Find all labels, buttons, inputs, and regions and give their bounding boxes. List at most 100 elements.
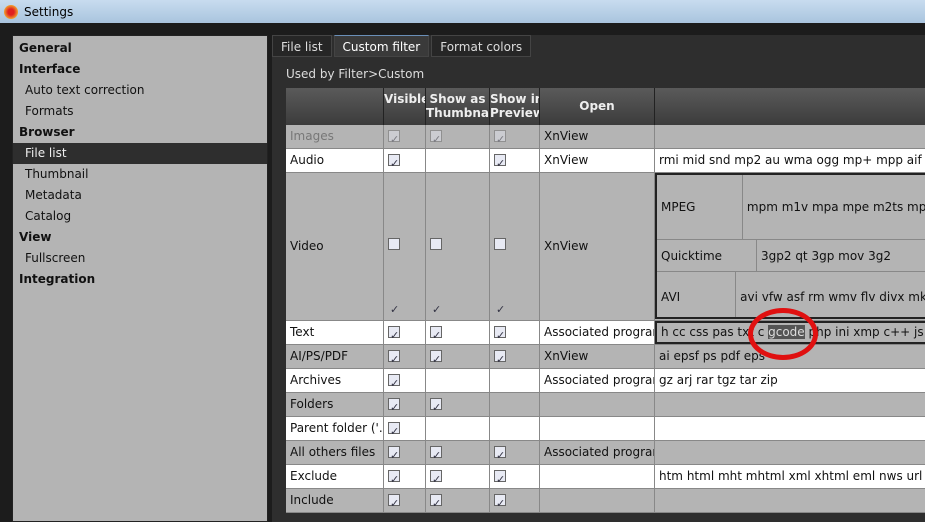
tab-custom-filter[interactable]: Custom filter xyxy=(333,35,430,57)
checkbox[interactable] xyxy=(430,348,442,368)
visible-cell[interactable] xyxy=(384,125,426,148)
checkbox[interactable] xyxy=(388,128,400,148)
checkbox[interactable] xyxy=(494,492,506,512)
checkbox[interactable] xyxy=(430,236,442,320)
open-with-cell[interactable]: XnView xyxy=(540,149,655,172)
thumb-cell[interactable] xyxy=(426,321,490,344)
tab-file-list[interactable]: File list xyxy=(272,35,332,57)
open-with-cell[interactable]: Associated program xyxy=(540,369,655,392)
thumb-cell[interactable] xyxy=(426,345,490,368)
checkbox[interactable] xyxy=(388,348,400,368)
tab-format-colors[interactable]: Format colors xyxy=(431,35,532,57)
thumb-cell[interactable] xyxy=(426,417,490,440)
thumb-cell[interactable] xyxy=(426,393,490,416)
sidebar-item[interactable]: View xyxy=(13,227,267,248)
checkbox[interactable] xyxy=(388,468,400,488)
column-header[interactable]: Show in Preview xyxy=(490,88,540,125)
sidebar-item[interactable]: Integration xyxy=(13,269,267,290)
sidebar-item[interactable]: Thumbnail xyxy=(13,164,267,185)
open-with-cell[interactable] xyxy=(540,489,655,512)
preview-cell[interactable] xyxy=(490,417,540,440)
sub-extensions[interactable]: mpm m1v mpa mpe m2ts mp4 xyxy=(743,175,925,239)
thumb-cell[interactable] xyxy=(426,125,490,148)
thumb-cell[interactable] xyxy=(426,369,490,392)
visible-cell[interactable] xyxy=(384,173,426,320)
extensions-cell[interactable]: rmi mid snd mp2 au wma ogg mp+ mpp aif m… xyxy=(655,149,925,172)
preview-cell[interactable] xyxy=(490,441,540,464)
open-with-cell[interactable] xyxy=(540,417,655,440)
thumb-cell[interactable] xyxy=(426,489,490,512)
sidebar-item[interactable]: Formats xyxy=(13,101,267,122)
checkbox[interactable] xyxy=(388,372,400,392)
checkbox[interactable] xyxy=(430,444,442,464)
checkbox[interactable] xyxy=(494,468,506,488)
sub-extensions[interactable]: 3gp2 qt 3gp mov 3g2 xyxy=(757,240,891,271)
thumb-cell[interactable] xyxy=(426,465,490,488)
checkbox[interactable] xyxy=(494,324,506,344)
open-with-cell[interactable] xyxy=(540,465,655,488)
visible-cell[interactable] xyxy=(384,465,426,488)
column-header[interactable]: Visible xyxy=(384,88,426,125)
checkbox[interactable] xyxy=(388,444,400,464)
checkbox[interactable] xyxy=(430,492,442,512)
extensions-cell[interactable] xyxy=(655,125,925,148)
checkbox[interactable] xyxy=(388,152,400,172)
preview-cell[interactable] xyxy=(490,321,540,344)
checkbox[interactable] xyxy=(494,348,506,368)
preview-cell[interactable] xyxy=(490,489,540,512)
checkbox[interactable] xyxy=(388,492,400,512)
sidebar-item[interactable]: Catalog xyxy=(13,206,267,227)
checkbox[interactable] xyxy=(388,420,400,440)
sidebar-item[interactable]: Interface xyxy=(13,59,267,80)
extensions-cell[interactable]: MPEG mpm m1v mpa mpe m2ts mp4 Quicktime 3gp… xyxy=(655,173,925,319)
thumb-cell[interactable] xyxy=(426,149,490,172)
sidebar-item[interactable]: File list xyxy=(13,143,267,164)
column-header[interactable]: Show asThumbnail xyxy=(426,88,490,125)
sidebar-item[interactable]: Fullscreen xyxy=(13,248,267,269)
checkbox[interactable] xyxy=(494,444,506,464)
extensions-cell[interactable]: htm html mht mhtml xml xhtml eml nws url… xyxy=(655,465,925,488)
open-with-cell[interactable]: Associated program xyxy=(540,321,655,344)
visible-cell[interactable] xyxy=(384,345,426,368)
visible-cell[interactable] xyxy=(384,369,426,392)
preview-cell[interactable] xyxy=(490,345,540,368)
column-header[interactable]: Openwith xyxy=(540,88,655,125)
checkbox[interactable] xyxy=(430,128,442,148)
open-with-cell[interactable]: Associated program xyxy=(540,441,655,464)
sidebar-item[interactable]: Browser xyxy=(13,122,267,143)
extensions-cell[interactable] xyxy=(655,417,925,440)
extensions-cell[interactable] xyxy=(655,441,925,464)
open-with-cell[interactable] xyxy=(540,393,655,416)
visible-cell[interactable] xyxy=(384,489,426,512)
open-with-cell[interactable]: XnView xyxy=(540,345,655,368)
extensions-cell[interactable]: gz arj rar tgz tar zip xyxy=(655,369,925,392)
checkbox[interactable] xyxy=(430,324,442,344)
sidebar-item[interactable]: Auto text correction xyxy=(13,80,267,101)
checkbox[interactable] xyxy=(430,396,442,416)
preview-cell[interactable] xyxy=(490,149,540,172)
checkbox[interactable] xyxy=(388,396,400,416)
open-with-cell[interactable]: XnView xyxy=(540,125,655,148)
visible-cell[interactable] xyxy=(384,441,426,464)
checkbox[interactable] xyxy=(388,236,400,320)
visible-cell[interactable] xyxy=(384,149,426,172)
open-with-cell[interactable]: XnView xyxy=(540,173,655,320)
visible-cell[interactable] xyxy=(384,417,426,440)
checkbox[interactable] xyxy=(494,236,506,320)
extensions-cell[interactable] xyxy=(655,489,925,512)
checkbox[interactable] xyxy=(494,128,506,148)
column-header[interactable] xyxy=(286,88,384,125)
preview-cell[interactable] xyxy=(490,369,540,392)
sidebar-item[interactable]: General xyxy=(13,38,267,59)
checkbox[interactable] xyxy=(494,152,506,172)
sidebar-item[interactable]: Metadata xyxy=(13,185,267,206)
preview-cell[interactable] xyxy=(490,125,540,148)
column-header[interactable] xyxy=(655,88,925,125)
preview-cell[interactable] xyxy=(490,465,540,488)
checkbox[interactable] xyxy=(430,468,442,488)
visible-cell[interactable] xyxy=(384,321,426,344)
thumb-cell[interactable] xyxy=(426,173,490,320)
preview-cell[interactable] xyxy=(490,393,540,416)
visible-cell[interactable] xyxy=(384,393,426,416)
checkbox[interactable] xyxy=(388,324,400,344)
